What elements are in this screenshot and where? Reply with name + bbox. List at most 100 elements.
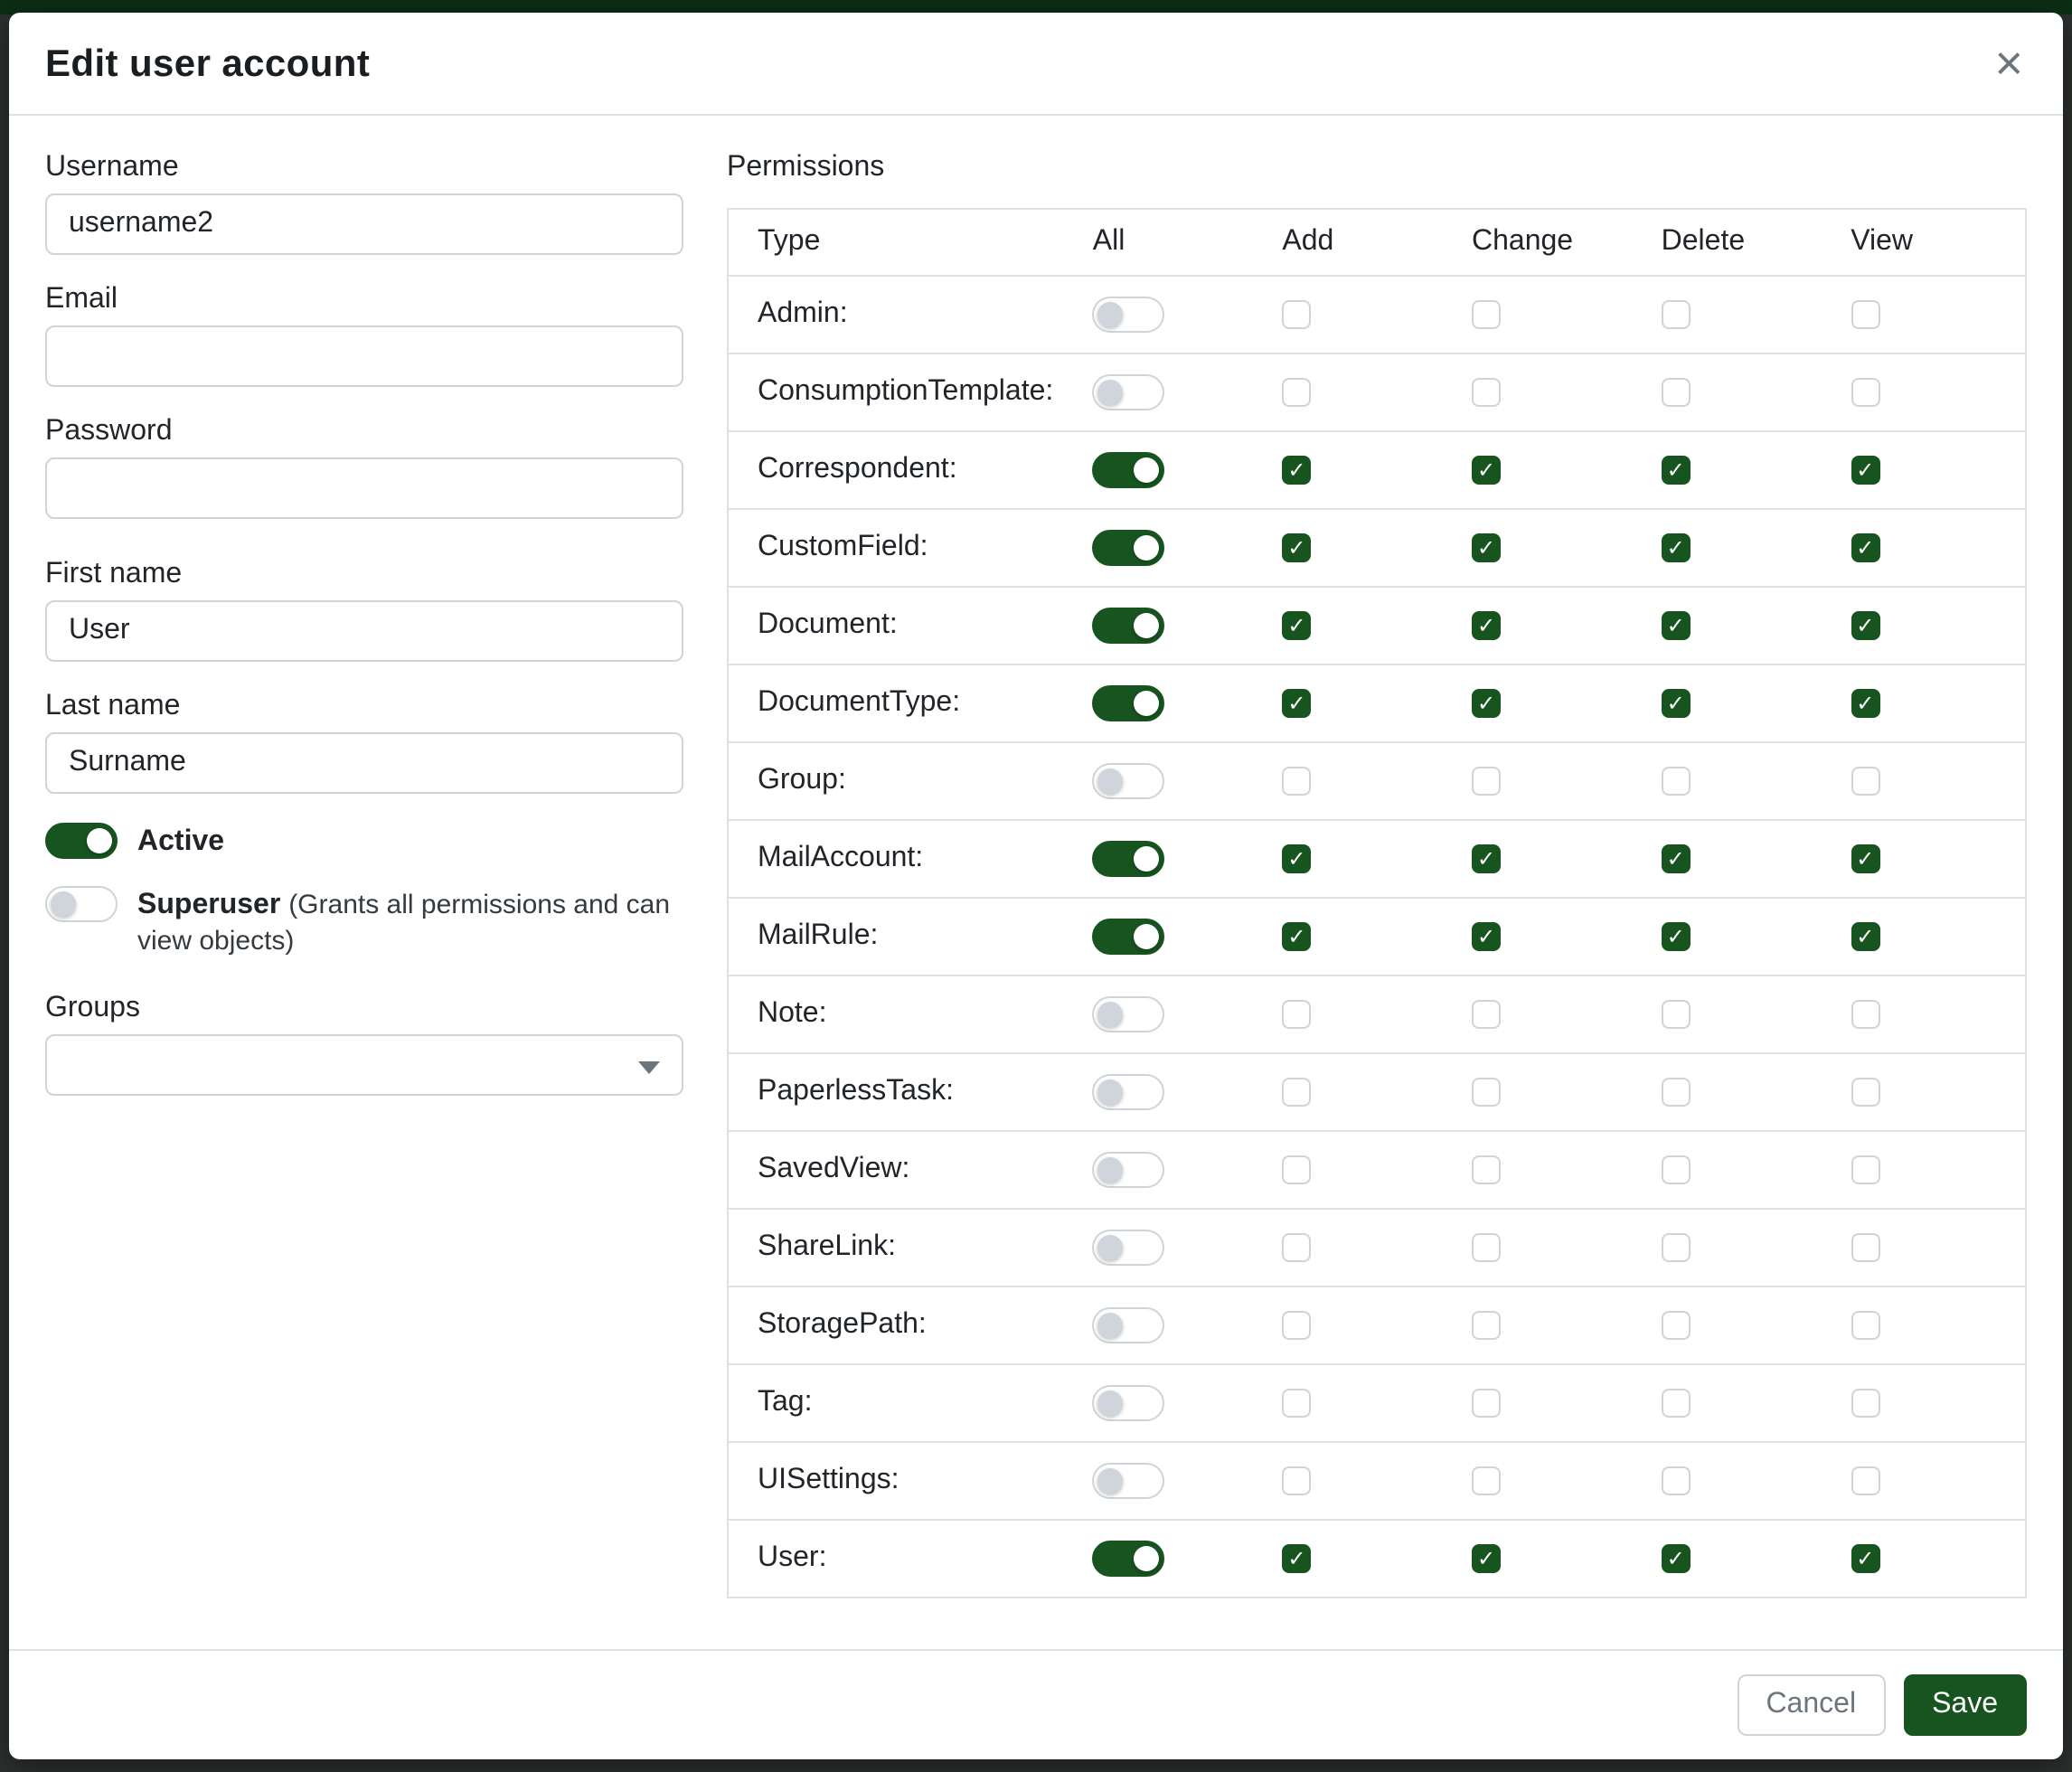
permission-change-checkbox[interactable]: ✓ bbox=[1472, 456, 1501, 485]
permission-view-checkbox[interactable] bbox=[1851, 378, 1879, 407]
permission-add-checkbox[interactable] bbox=[1282, 300, 1311, 329]
permission-view-checkbox[interactable]: ✓ bbox=[1851, 922, 1879, 951]
permission-view-checkbox[interactable] bbox=[1851, 1000, 1879, 1029]
permission-all-toggle[interactable] bbox=[1093, 1541, 1165, 1577]
permission-all-toggle[interactable] bbox=[1093, 297, 1165, 333]
permission-all-toggle[interactable] bbox=[1093, 374, 1165, 410]
permission-delete-checkbox[interactable] bbox=[1662, 1155, 1691, 1184]
permission-view-checkbox[interactable]: ✓ bbox=[1851, 689, 1879, 718]
permission-delete-checkbox[interactable] bbox=[1662, 1311, 1691, 1340]
permission-change-checkbox[interactable] bbox=[1472, 1233, 1501, 1262]
permission-add-checkbox[interactable] bbox=[1282, 378, 1311, 407]
permission-add-checkbox[interactable]: ✓ bbox=[1282, 533, 1311, 562]
permission-change-checkbox[interactable] bbox=[1472, 1311, 1501, 1340]
permission-view-checkbox[interactable]: ✓ bbox=[1851, 456, 1879, 485]
permission-delete-checkbox[interactable] bbox=[1662, 1233, 1691, 1262]
permission-all-toggle[interactable] bbox=[1093, 1307, 1165, 1343]
toggle-knob bbox=[1098, 380, 1124, 405]
permission-view-checkbox[interactable]: ✓ bbox=[1851, 533, 1879, 562]
cancel-button[interactable]: Cancel bbox=[1737, 1674, 1885, 1736]
permission-add-checkbox[interactable] bbox=[1282, 1155, 1311, 1184]
permission-all-toggle[interactable] bbox=[1093, 841, 1165, 877]
permission-change-checkbox[interactable] bbox=[1472, 378, 1501, 407]
permission-view-checkbox[interactable]: ✓ bbox=[1851, 844, 1879, 873]
permission-view-checkbox[interactable] bbox=[1851, 1155, 1879, 1184]
permission-view-checkbox[interactable]: ✓ bbox=[1851, 1544, 1879, 1573]
permission-add-checkbox[interactable]: ✓ bbox=[1282, 456, 1311, 485]
permission-add-checkbox[interactable] bbox=[1282, 1000, 1311, 1029]
permission-delete-checkbox[interactable]: ✓ bbox=[1662, 533, 1691, 562]
permission-view-checkbox[interactable]: ✓ bbox=[1851, 611, 1879, 640]
permission-change-checkbox[interactable] bbox=[1472, 1078, 1501, 1107]
permission-add-checkbox[interactable]: ✓ bbox=[1282, 689, 1311, 718]
close-icon[interactable]: × bbox=[1991, 43, 2027, 83]
permission-delete-checkbox[interactable]: ✓ bbox=[1662, 844, 1691, 873]
active-toggle[interactable] bbox=[45, 823, 118, 859]
permission-change-checkbox[interactable] bbox=[1472, 1466, 1501, 1495]
permission-add-checkbox[interactable]: ✓ bbox=[1282, 1544, 1311, 1573]
column-header-delete: Delete bbox=[1647, 209, 1837, 276]
permission-delete-checkbox[interactable]: ✓ bbox=[1662, 922, 1691, 951]
permission-add-checkbox[interactable] bbox=[1282, 1466, 1311, 1495]
permission-delete-checkbox[interactable]: ✓ bbox=[1662, 611, 1691, 640]
permission-change-checkbox[interactable] bbox=[1472, 1000, 1501, 1029]
permission-change-checkbox[interactable] bbox=[1472, 767, 1501, 796]
permission-delete-checkbox[interactable] bbox=[1662, 300, 1691, 329]
permission-delete-checkbox[interactable] bbox=[1662, 1078, 1691, 1107]
first-name-input[interactable] bbox=[45, 600, 683, 662]
permission-change-checkbox[interactable]: ✓ bbox=[1472, 689, 1501, 718]
permission-all-toggle[interactable] bbox=[1093, 996, 1165, 1032]
password-field[interactable] bbox=[45, 457, 683, 519]
permission-change-checkbox[interactable] bbox=[1472, 300, 1501, 329]
permission-view-checkbox[interactable] bbox=[1851, 767, 1879, 796]
permission-all-toggle[interactable] bbox=[1093, 1074, 1165, 1110]
permission-all-toggle[interactable] bbox=[1093, 1230, 1165, 1266]
permission-change-checkbox[interactable] bbox=[1472, 1155, 1501, 1184]
permission-all-toggle[interactable] bbox=[1093, 919, 1165, 955]
permission-add-checkbox[interactable]: ✓ bbox=[1282, 922, 1311, 951]
permission-view-checkbox[interactable] bbox=[1851, 1311, 1879, 1340]
permission-all-toggle[interactable] bbox=[1093, 1385, 1165, 1421]
permission-view-checkbox[interactable] bbox=[1851, 1078, 1879, 1107]
permission-delete-checkbox[interactable] bbox=[1662, 1466, 1691, 1495]
permission-all-toggle[interactable] bbox=[1093, 608, 1165, 644]
permission-all-toggle[interactable] bbox=[1093, 685, 1165, 721]
permission-change-checkbox[interactable] bbox=[1472, 1389, 1501, 1418]
permission-delete-checkbox[interactable] bbox=[1662, 767, 1691, 796]
permission-delete-checkbox[interactable]: ✓ bbox=[1662, 1544, 1691, 1573]
permission-delete-checkbox[interactable] bbox=[1662, 1000, 1691, 1029]
permission-change-checkbox[interactable]: ✓ bbox=[1472, 533, 1501, 562]
permission-change-checkbox[interactable]: ✓ bbox=[1472, 922, 1501, 951]
permission-view-checkbox[interactable] bbox=[1851, 1233, 1879, 1262]
permission-all-toggle[interactable] bbox=[1093, 530, 1165, 566]
permission-delete-checkbox[interactable] bbox=[1662, 378, 1691, 407]
permission-add-checkbox[interactable] bbox=[1282, 1311, 1311, 1340]
save-button[interactable]: Save bbox=[1903, 1674, 2027, 1736]
permission-change-checkbox[interactable]: ✓ bbox=[1472, 844, 1501, 873]
toggle-knob bbox=[1098, 1235, 1124, 1260]
permission-view-checkbox[interactable] bbox=[1851, 1466, 1879, 1495]
permission-all-toggle[interactable] bbox=[1093, 452, 1165, 488]
permission-all-toggle[interactable] bbox=[1093, 763, 1165, 799]
permission-add-checkbox[interactable] bbox=[1282, 1233, 1311, 1262]
groups-label: Groups bbox=[45, 993, 683, 1025]
permission-add-checkbox[interactable] bbox=[1282, 767, 1311, 796]
permission-add-checkbox[interactable]: ✓ bbox=[1282, 611, 1311, 640]
groups-select[interactable] bbox=[45, 1034, 683, 1096]
superuser-toggle[interactable] bbox=[45, 886, 118, 922]
permission-delete-checkbox[interactable]: ✓ bbox=[1662, 456, 1691, 485]
permission-all-toggle[interactable] bbox=[1093, 1152, 1165, 1188]
permission-view-checkbox[interactable] bbox=[1851, 1389, 1879, 1418]
last-name-input[interactable] bbox=[45, 732, 683, 794]
permission-add-checkbox[interactable] bbox=[1282, 1389, 1311, 1418]
permission-delete-checkbox[interactable]: ✓ bbox=[1662, 689, 1691, 718]
permission-change-checkbox[interactable]: ✓ bbox=[1472, 611, 1501, 640]
permission-delete-checkbox[interactable] bbox=[1662, 1389, 1691, 1418]
email-field[interactable] bbox=[45, 325, 683, 387]
permission-add-checkbox[interactable] bbox=[1282, 1078, 1311, 1107]
permission-view-checkbox[interactable] bbox=[1851, 300, 1879, 329]
username-input[interactable] bbox=[45, 193, 683, 255]
permission-all-toggle[interactable] bbox=[1093, 1463, 1165, 1499]
permission-add-checkbox[interactable]: ✓ bbox=[1282, 844, 1311, 873]
permission-change-checkbox[interactable]: ✓ bbox=[1472, 1544, 1501, 1573]
